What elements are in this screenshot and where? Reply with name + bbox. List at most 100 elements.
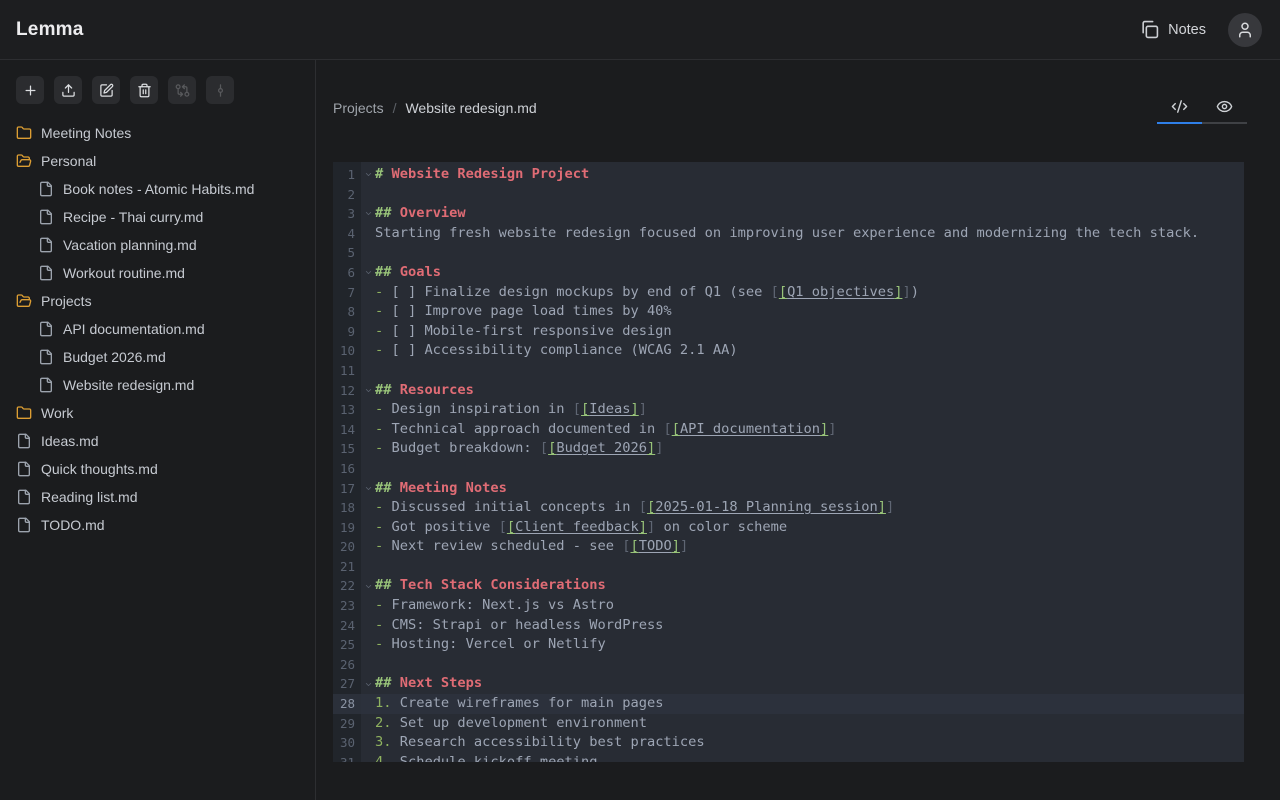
file-icon [38,349,54,365]
folder-icon [16,125,32,141]
editor-line-text: - [ ] Finalize design mockups by end of … [375,283,919,303]
git-commit-icon [213,83,228,98]
tree-file-ideas-md[interactable]: Ideas.md [0,427,315,455]
tree-folder-personal[interactable]: Personal [0,147,315,175]
editor-line-text: - Hosting: Vercel or Netlify [375,635,606,655]
line-number: 20 [333,537,361,557]
fold-chevron-down-icon[interactable] [364,209,373,218]
trash-icon [137,83,152,98]
fold-chevron-down-icon[interactable] [364,484,373,493]
main-panel: Projects / Website redesign.md 1# Websit… [316,60,1280,800]
editor-line-4: 4 Starting fresh website redesign focused… [333,224,1244,244]
editor-line-text: - Framework: Next.js vs Astro [375,596,614,616]
tree-item-label: API documentation.md [63,321,205,337]
toolbar-button-compare [168,76,196,104]
file-icon [16,433,32,449]
editor-line-text: - Discussed initial concepts in [[2025-0… [375,498,894,518]
avatar-button[interactable] [1228,13,1262,47]
editor-line-text: 2. Set up development environment [375,714,647,734]
file-tree: Meeting Notes Personal Book notes - Atomic… [0,119,315,539]
editor-line-23: 23- Framework: Next.js vs Astro [333,596,1244,616]
tree-item-label: Meeting Notes [41,125,131,141]
file-icon [38,321,54,337]
editor-line-text: ## Resources [375,381,474,401]
notes-button[interactable]: Notes [1140,20,1206,39]
line-number: 30 [333,733,361,753]
editor-line-9: 9- [ ] Mobile-first responsive design [333,322,1244,342]
tree-file-vacation-planning-md[interactable]: Vacation planning.md [0,231,315,259]
editor-line-26: 26 [333,655,1244,675]
line-number: 26 [333,655,361,675]
editor-line-25: 25- Hosting: Vercel or Netlify [333,635,1244,655]
editor-line-30: 30 3. Research accessibility best practic… [333,733,1244,753]
line-number: 2 [333,185,361,205]
tree-item-label: Recipe - Thai curry.md [63,209,203,225]
line-number: 13 [333,400,361,420]
file-icon [38,377,54,393]
editor-line-28: 281. Create wireframes for main pages [333,694,1244,714]
tree-file-website-redesign-md[interactable]: Website redesign.md [0,371,315,399]
fold-chevron-down-icon[interactable] [364,680,373,689]
folder-icon [16,405,32,421]
editor-line-27: 27## Next Steps [333,674,1244,694]
editor-line-text: ## Goals [375,263,441,283]
line-number: 7 [333,283,361,303]
fold-chevron-down-icon[interactable] [364,268,373,277]
editor-line-text: - CMS: Strapi or headless WordPress [375,616,663,636]
tree-item-label: Quick thoughts.md [41,461,158,477]
tree-file-reading-list-md[interactable]: Reading list.md [0,483,315,511]
tree-item-label: Book notes - Atomic Habits.md [63,181,254,197]
breadcrumb-file: Website redesign.md [405,100,536,116]
line-number: 31 [333,753,361,762]
line-number: 19 [333,518,361,538]
fold-chevron-down-icon[interactable] [364,582,373,591]
main-header: Projects / Website redesign.md [316,60,1280,124]
tree-file-book-notes-atomic-habits-md[interactable]: Book notes - Atomic Habits.md [0,175,315,203]
editor-line-text: 3. Research accessibility best practices [375,733,705,753]
tree-file-quick-thoughts-md[interactable]: Quick thoughts.md [0,455,315,483]
code-icon [1171,98,1188,115]
tab-preview-view[interactable] [1202,90,1247,124]
tree-file-workout-routine-md[interactable]: Workout routine.md [0,259,315,287]
editor-line-16: 16 [333,459,1244,479]
tab-source-view[interactable] [1157,90,1202,124]
tree-folder-projects[interactable]: Projects [0,287,315,315]
fold-chevron-down-icon[interactable] [364,386,373,395]
view-toggle [1157,90,1247,124]
toolbar-button-edit[interactable] [92,76,120,104]
fold-chevron-down-icon[interactable] [364,170,373,179]
breadcrumb-folder[interactable]: Projects [333,100,384,116]
editor-line-7: 7 - [ ] Finalize design mockups by end of… [333,283,1244,303]
line-number: 4 [333,224,361,244]
editor-line-5: 5 [333,243,1244,263]
editor-line-21: 21 [333,557,1244,577]
editor-line-3: 3## Overview [333,204,1244,224]
editor-line-text: ## Meeting Notes [375,479,507,499]
line-number: 21 [333,557,361,577]
tree-folder-meeting-notes[interactable]: Meeting Notes [0,119,315,147]
app-body: Meeting Notes Personal Book notes - Atomic… [0,60,1280,800]
upload-icon [61,83,76,98]
line-number: 29 [333,714,361,734]
editor-line-text: 1. Create wireframes for main pages [375,694,663,714]
tree-file-recipe-thai-curry-md[interactable]: Recipe - Thai curry.md [0,203,315,231]
markdown-editor[interactable]: 1# Website Redesign Project23## Overview… [333,162,1244,762]
git-compare-icon [175,83,190,98]
tree-file-api-documentation-md[interactable]: API documentation.md [0,315,315,343]
editor-line-text: ## Next Steps [375,674,482,694]
tree-file-budget-2026-md[interactable]: Budget 2026.md [0,343,315,371]
tree-file-todo-md[interactable]: TODO.md [0,511,315,539]
toolbar-button-delete[interactable] [130,76,158,104]
line-number: 18 [333,498,361,518]
tree-item-label: Work [41,405,73,421]
toolbar-button-new-note[interactable] [16,76,44,104]
tree-folder-work[interactable]: Work [0,399,315,427]
editor-line-text: Starting fresh website redesign focused … [375,224,1199,244]
toolbar-button-upload[interactable] [54,76,82,104]
editor-line-17: 17## Meeting Notes [333,479,1244,499]
editor-line-15: 15- Budget breakdown: [[Budget 2026]] [333,439,1244,459]
topbar-right: Notes [1140,13,1262,47]
editor-line-text: # Website Redesign Project [375,165,589,185]
user-icon [1236,21,1254,39]
line-number: 24 [333,616,361,636]
